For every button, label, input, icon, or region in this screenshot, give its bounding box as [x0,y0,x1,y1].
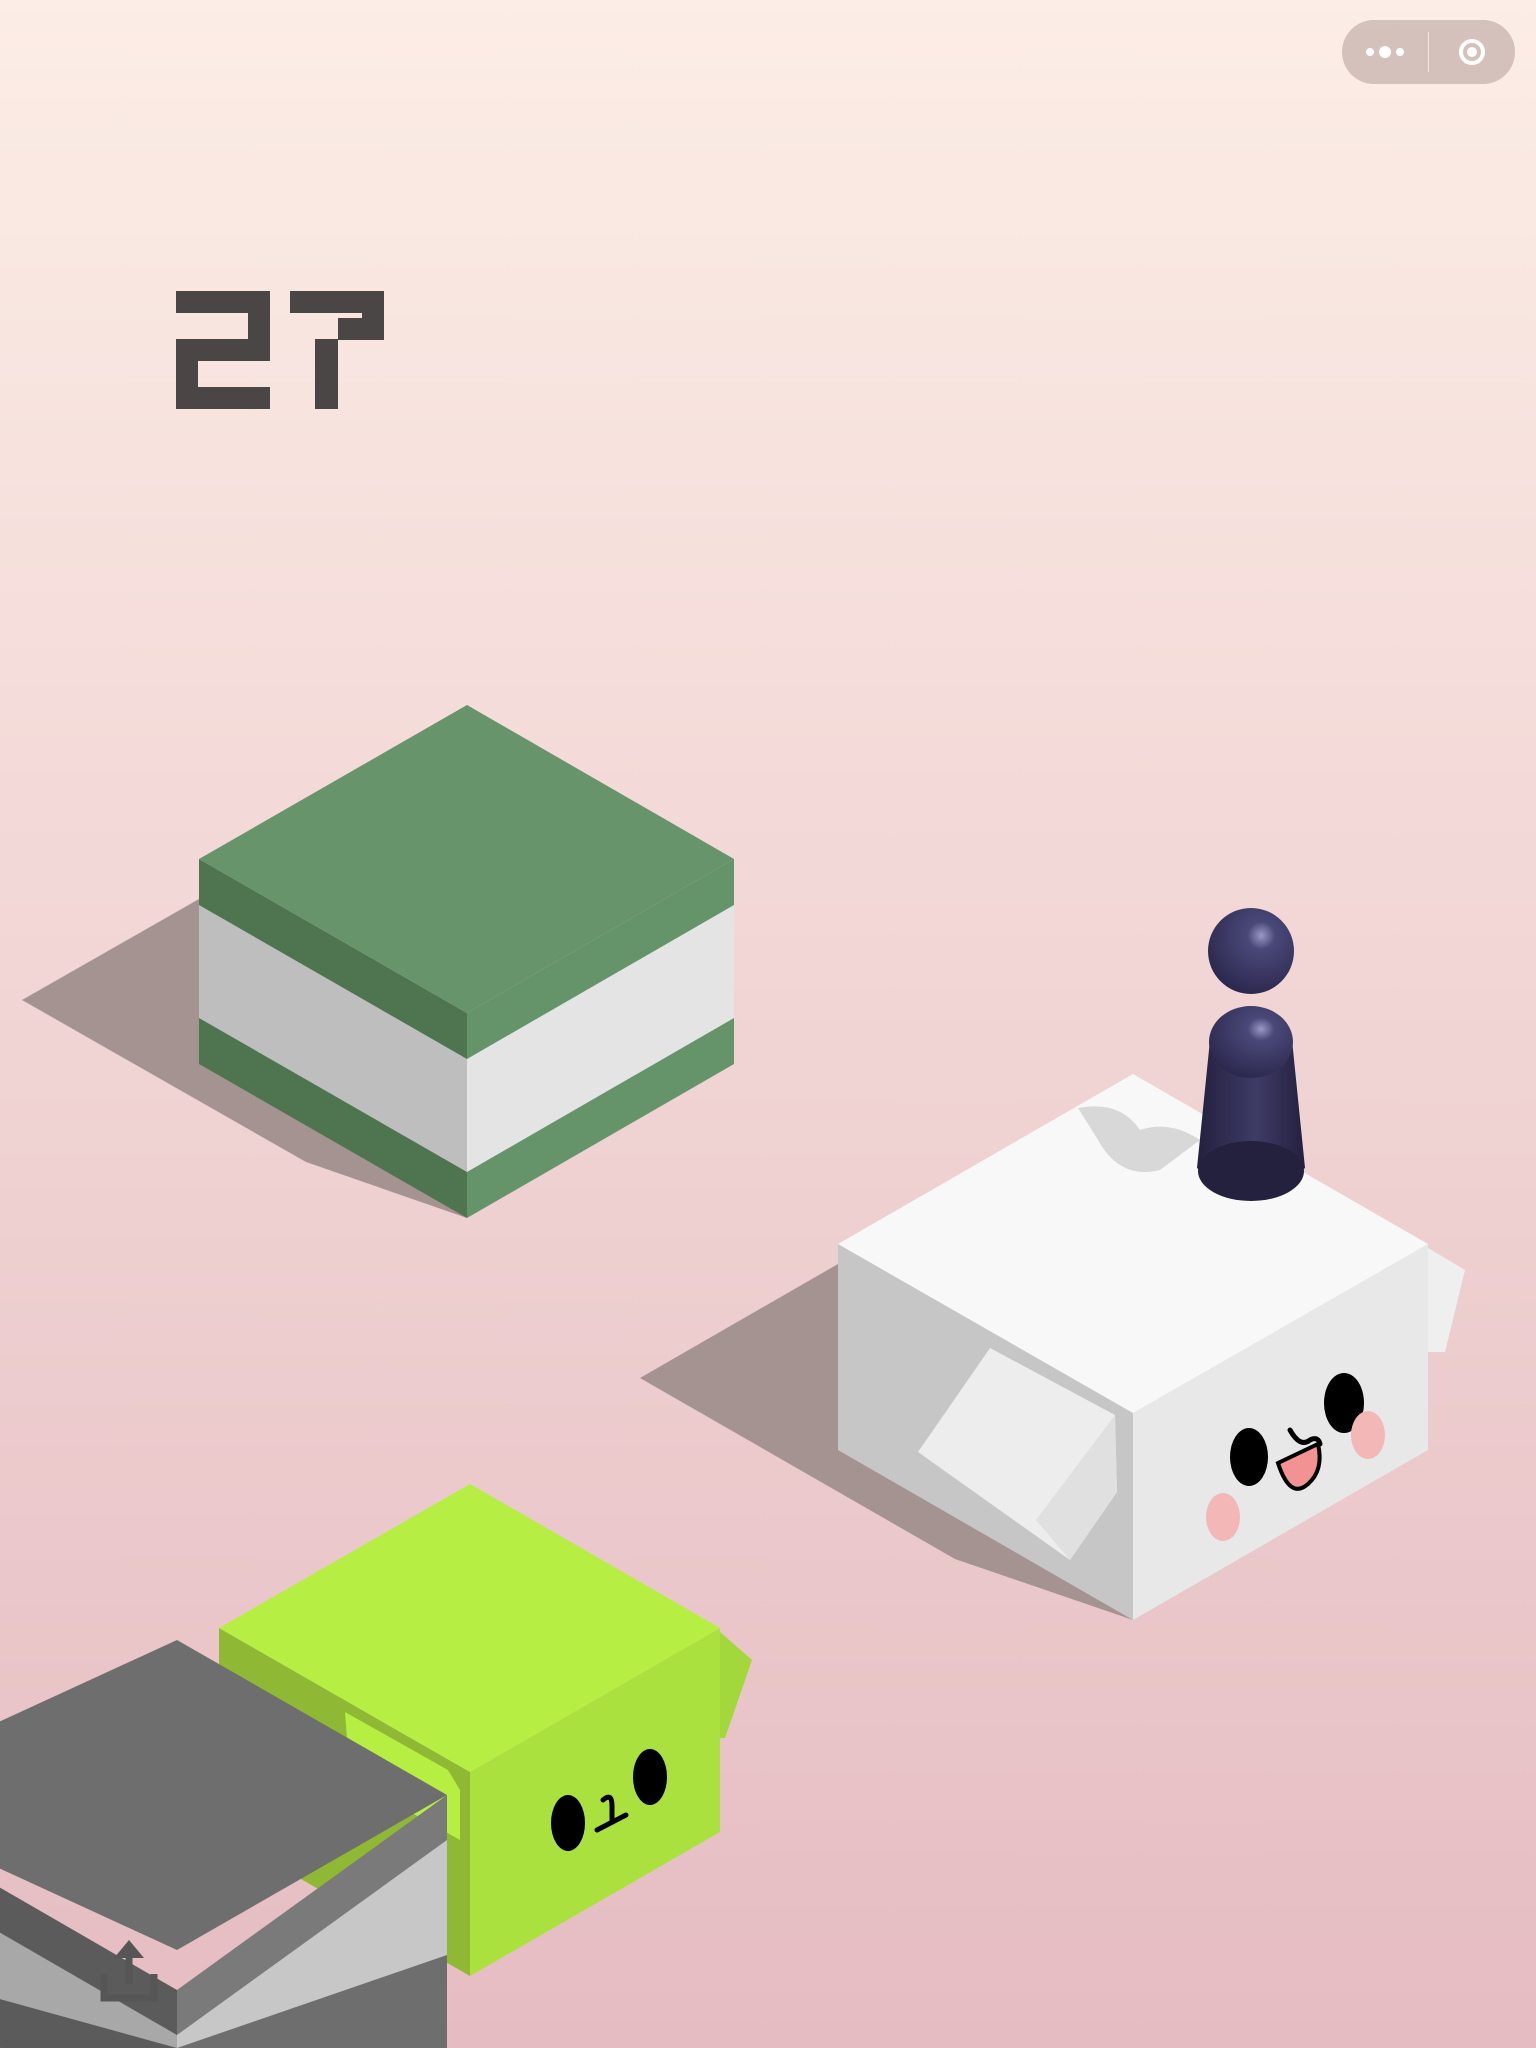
share-icon[interactable] [96,1938,162,2006]
player-piece[interactable] [1197,908,1305,1201]
target-circle-icon[interactable] [1429,20,1515,84]
more-dots-icon[interactable] [1342,20,1428,84]
score-digit [176,291,270,409]
game-scene[interactable] [0,0,1536,2048]
miniprogram-capsule [1342,20,1515,84]
